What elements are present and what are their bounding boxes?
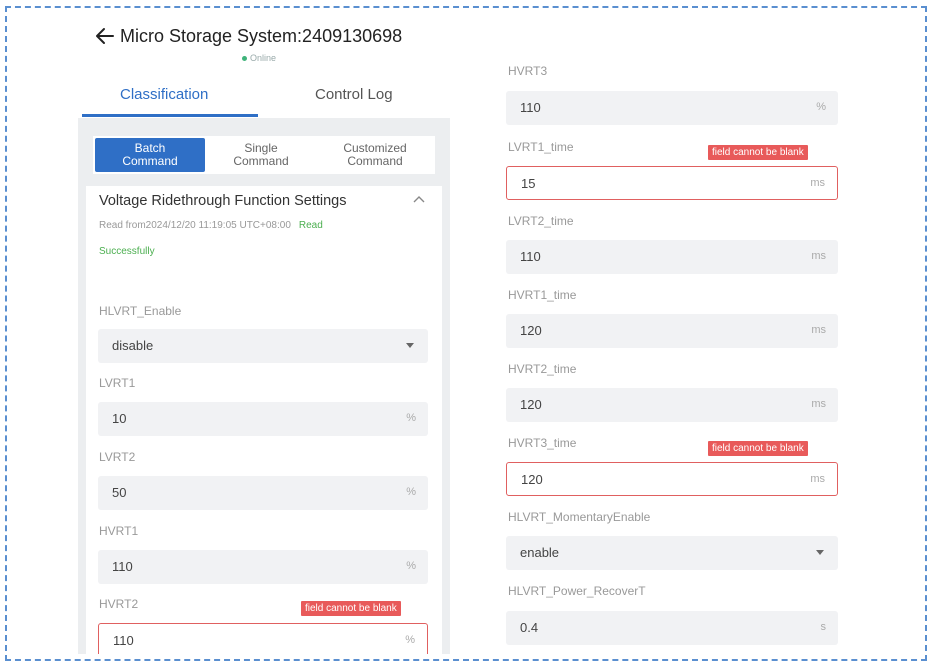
hvrt1-input[interactable]: 110 % [98,550,428,584]
field-value: 110 [112,559,133,574]
lvrt1-input[interactable]: 10 % [98,402,428,436]
field-value: disable [112,338,154,353]
unit-label: % [405,634,415,646]
unit-label: s [820,621,827,633]
field-label: HVRT1_time [508,288,577,302]
field-label: HVRT1 [99,524,139,538]
online-dot-icon [242,56,247,62]
active-tab-indicator [82,114,258,117]
error-message: field cannot be blank [708,145,808,160]
field-value: 50 [112,485,127,500]
error-message: field cannot be blank [301,601,401,616]
field-label: HVRT2 [99,597,139,611]
hlvrt-momentary-enable-select[interactable]: enable [506,536,838,570]
chevron-up-icon[interactable] [412,193,426,207]
tab-control-log[interactable]: Control Log [315,86,393,103]
read-timestamp: Read from2024/12/20 11:19:05 UTC+08:00 Re… [99,220,323,231]
hvrt3-input[interactable]: 110 % [506,91,838,125]
hvrt2-time-input[interactable]: 120 ms [506,388,838,422]
field-label: LVRT2_time [508,214,574,228]
unit-label: ms [811,250,826,262]
tab-classification[interactable]: Classification [120,86,208,103]
field-value: 120 [520,323,542,338]
hlvrt-enable-select[interactable]: disable [98,329,428,363]
field-value: 110 [520,100,541,115]
field-label: HLVRT_MomentaryEnable [508,510,651,524]
hvrt2-input[interactable]: 110 % [98,623,428,654]
left-screen: Micro Storage System:2409130698 Online C… [78,14,450,654]
field-label: LVRT1_time [508,140,574,154]
unit-label: ms [811,324,826,336]
lvrt2-time-input[interactable]: 110 ms [506,240,838,274]
status-label: Online [250,53,277,63]
field-value: 110 [520,249,541,264]
app-header: Micro Storage System:2409130698 Online C… [78,14,450,118]
dropdown-caret-icon [406,343,414,348]
field-value: enable [520,545,560,560]
unit-label: ms [810,177,825,189]
field-label: HVRT3 [508,64,548,78]
command-type-selector: Batch Command Single Command Customized … [93,136,435,174]
field-label: LVRT2 [99,450,136,464]
lvrt1-time-input[interactable]: 15 ms [506,166,838,200]
page-title: Micro Storage System:2409130698 [120,26,403,46]
hlvrt-power-recovert-input[interactable]: 0.4 s [506,611,838,645]
hvrt3-time-input[interactable]: 120 ms [506,462,838,496]
settings-card: Voltage Ridethrough Function Settings Re… [86,186,442,654]
section-title: Voltage Ridethrough Function Settings [99,193,347,209]
field-value: 10 [112,411,127,426]
lvrt2-input[interactable]: 50 % [98,476,428,510]
read-time-text: Read from2024/12/20 11:19:05 UTC+08:00 [99,220,291,231]
hvrt1-time-input[interactable]: 120 ms [506,314,838,348]
dropdown-caret-icon [816,550,824,555]
unit-label: ms [810,473,825,485]
unit-label: % [406,560,416,572]
customized-command-button[interactable]: Customized Command [319,138,431,172]
right-screen: HVRT3 110 % LVRT1_time field cannot be b… [484,56,856,654]
unit-label: ms [811,398,826,410]
read-status-text: Read [298,220,323,231]
field-value: 120 [521,472,543,487]
field-value: 15 [521,176,536,191]
field-label: HLVRT_Power_RecoverT [508,584,646,598]
field-label: HLVRT_Enable [99,304,182,318]
single-command-button[interactable]: Single Command [211,138,311,172]
back-arrow-icon[interactable] [94,25,116,47]
batch-command-button[interactable]: Batch Command [95,138,205,172]
read-status-successfully: Successfully [99,246,155,257]
unit-label: % [406,412,416,424]
field-value: 110 [113,633,134,648]
online-status: Online [242,53,276,63]
field-value: 120 [520,397,542,412]
error-message: field cannot be blank [708,441,808,456]
unit-label: % [816,101,826,113]
field-label: LVRT1 [99,376,136,390]
unit-label: % [406,486,416,498]
field-label: HVRT2_time [508,362,577,376]
field-label: HVRT3_time [508,436,577,450]
field-value: 0.4 [520,620,539,635]
